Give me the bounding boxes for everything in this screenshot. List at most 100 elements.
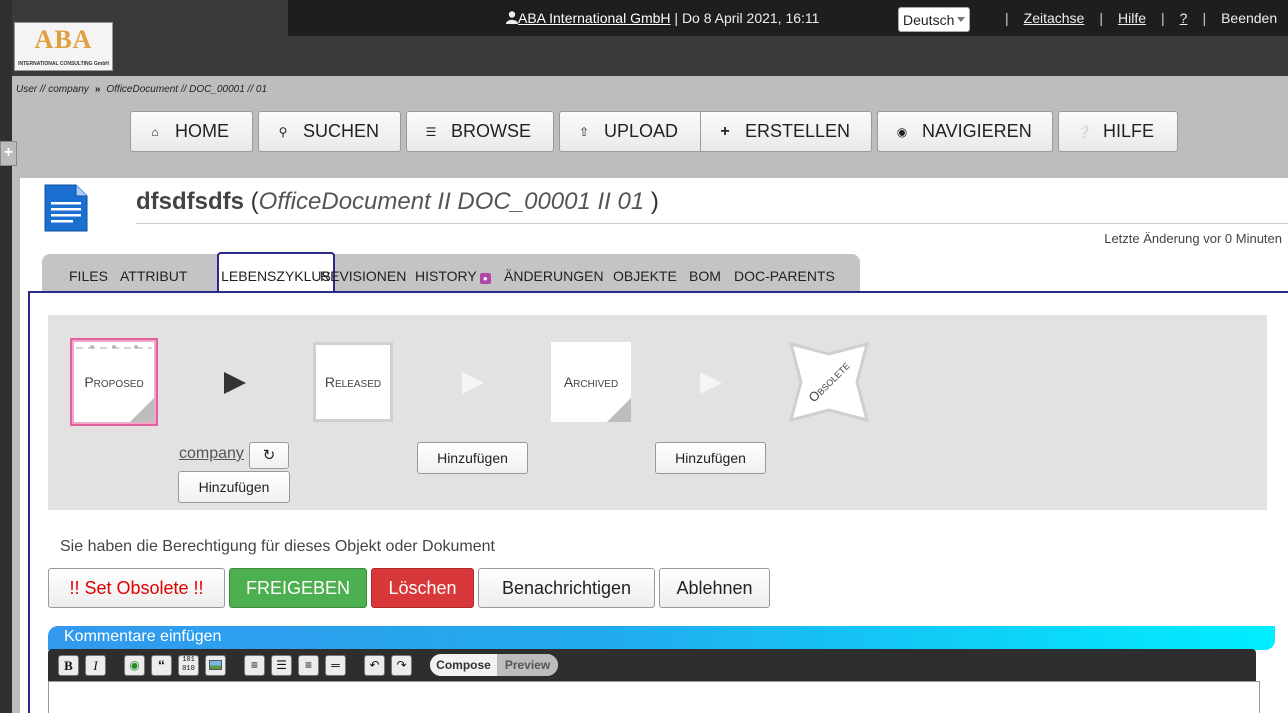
help-icon: ❔ (1077, 124, 1092, 139)
state-archived[interactable]: Archived (551, 342, 631, 422)
refresh-button[interactable]: ↻ (249, 442, 289, 469)
nav-create-label: ERSTELLEN (745, 121, 851, 141)
redo-button[interactable]: ↷ (391, 655, 412, 676)
separator: | (1202, 10, 1207, 26)
tab-attribut[interactable]: ATTRIBUT (120, 268, 187, 284)
comment-textarea[interactable] (48, 681, 1260, 713)
breadcrumb-document[interactable]: OfficeDocument // DOC_00001 // 01 (106, 84, 267, 95)
horizontal-rule-icon: ═ (331, 658, 340, 672)
compose-tab[interactable]: Compose (430, 654, 497, 676)
ordered-list-icon: ≡ (250, 658, 258, 672)
state-released[interactable]: Released (313, 342, 393, 422)
permission-text: Sie haben die Berechtigung für dieses Ob… (60, 538, 495, 555)
nav-home-button[interactable]: ⌂ HOME (130, 111, 253, 152)
redo-icon: ↷ (396, 658, 407, 672)
title-divider (136, 223, 1288, 224)
bullet-list-icon: ☰ (276, 658, 287, 672)
code-button[interactable]: 101 010 (178, 655, 199, 676)
preview-tab[interactable]: Preview (497, 654, 558, 676)
image-icon (209, 660, 222, 670)
link-help[interactable]: Hilfe (1118, 10, 1146, 26)
horizontal-rule-button[interactable]: ═ (325, 655, 346, 676)
tab-aenderungen[interactable]: ÄNDERUNGEN (504, 268, 604, 284)
list-icon: ☰ (425, 124, 437, 139)
refresh-icon: ↻ (262, 447, 276, 464)
logo-subtext: INTERNATIONAL CONSULTING GmbH (18, 61, 109, 67)
heading-button[interactable]: ≡ (298, 655, 319, 676)
company-link[interactable]: ABA International GmbH (518, 10, 671, 26)
transition-arrow-icon (700, 372, 722, 394)
link-button[interactable]: ◉ (124, 655, 145, 676)
document-name: dfsdfsdfs (136, 188, 244, 215)
signer-link[interactable]: company (179, 445, 244, 463)
title-paren-close: ) (644, 188, 659, 215)
breadcrumb-separator: » (94, 84, 101, 95)
nav-create-button[interactable]: + ERSTELLEN (700, 111, 872, 152)
image-button[interactable] (205, 655, 226, 676)
expand-sidebar-button[interactable]: + (0, 141, 17, 166)
reject-button[interactable]: Ablehnen (659, 568, 770, 608)
nav-help-label: HILFE (1103, 121, 1155, 141)
language-value: Deutsch (903, 12, 955, 28)
add-signer-archived-button[interactable]: Hinzufügen (655, 442, 766, 474)
logo-text: ABA (34, 25, 93, 54)
title-paren-open: ( (244, 188, 259, 215)
breadcrumb-user[interactable]: User // company (16, 84, 89, 95)
user-info: ABA International GmbH | Do 8 April 2021… (506, 10, 819, 26)
comment-header: Kommentare einfügen (48, 626, 1275, 650)
rss-icon: ● (479, 273, 491, 284)
code-icon: 101 010 (182, 656, 195, 673)
tab-revisionen[interactable]: REVISIONEN (320, 268, 406, 284)
state-archived-label: Archived (563, 374, 619, 390)
nav-upload-button[interactable]: ⇧ UPLOAD (559, 111, 701, 152)
state-released-label: Released (324, 374, 382, 390)
company-logo[interactable]: ABA INTERNATIONAL CONSULTING GmbH (14, 22, 113, 71)
nav-search-button[interactable]: ⚲ SUCHEN (258, 111, 401, 152)
search-icon: ⚲ (278, 124, 288, 139)
state-proposed[interactable]: Proposed (74, 342, 154, 422)
set-obsolete-button[interactable]: !! Set Obsolete !! (48, 568, 225, 608)
undo-button[interactable]: ↶ (364, 655, 385, 676)
bold-button[interactable]: B (58, 655, 79, 676)
undo-icon: ↶ (369, 658, 380, 672)
perforation-icon (76, 345, 152, 349)
lifecycle-panel: Proposed Released Archived Obsolete comp… (48, 315, 1267, 510)
transition-arrow-icon (462, 372, 484, 394)
tab-bar: FILES ATTRIBUT LEBENSZYKLUS REVISIONEN H… (42, 252, 860, 293)
separator: | (1161, 10, 1165, 26)
document-icon (44, 184, 88, 232)
nav-search-label: SUCHEN (303, 121, 380, 141)
release-button[interactable]: FREIGEBEN (229, 568, 367, 608)
add-signer-released-button[interactable]: Hinzufügen (417, 442, 528, 474)
tab-bom[interactable]: BOM (689, 268, 721, 284)
tab-objekte[interactable]: OBJEKTE (613, 268, 677, 284)
state-obsolete[interactable]: Obsolete (789, 342, 869, 422)
tab-history[interactable]: HISTORY ● (415, 268, 491, 284)
notify-button[interactable]: Benachrichtigen (478, 568, 655, 608)
quote-button[interactable]: “ (151, 655, 172, 676)
user-icon (506, 11, 518, 24)
link-question[interactable]: ? (1180, 10, 1188, 26)
quote-icon: “ (158, 657, 165, 673)
nav-browse-button[interactable]: ☰ BROWSE (406, 111, 554, 152)
separator: | (1005, 10, 1009, 26)
add-signer-proposed-button[interactable]: Hinzufügen (178, 471, 290, 503)
transition-arrow-icon (224, 372, 246, 394)
nav-navigate-button[interactable]: ◉ NAVIGIEREN (877, 111, 1053, 152)
link-timeline[interactable]: Zeitachse (1024, 10, 1085, 26)
tab-doc-parents[interactable]: DOC-PARENTS (734, 268, 835, 284)
heading-icon: ≡ (304, 658, 312, 672)
compose-preview-toggle: Compose Preview (430, 654, 558, 676)
last-change-text: Letzte Änderung vor 0 Minuten (1104, 231, 1282, 246)
tab-files[interactable]: FILES (69, 268, 108, 284)
ordered-list-button[interactable]: ≡ (244, 655, 265, 676)
bullet-list-button[interactable]: ☰ (271, 655, 292, 676)
top-links: | Zeitachse | Hilfe |? | Beenden (990, 10, 1277, 26)
nav-help-button[interactable]: ❔ HILFE (1058, 111, 1178, 152)
upload-icon: ⇧ (578, 124, 590, 139)
tab-lebenszyklus[interactable]: LEBENSZYKLUS (217, 252, 335, 293)
language-select[interactable]: Deutsch (898, 7, 970, 32)
italic-button[interactable]: I (85, 655, 106, 676)
link-logout[interactable]: Beenden (1221, 10, 1277, 26)
delete-button[interactable]: Löschen (371, 568, 474, 608)
